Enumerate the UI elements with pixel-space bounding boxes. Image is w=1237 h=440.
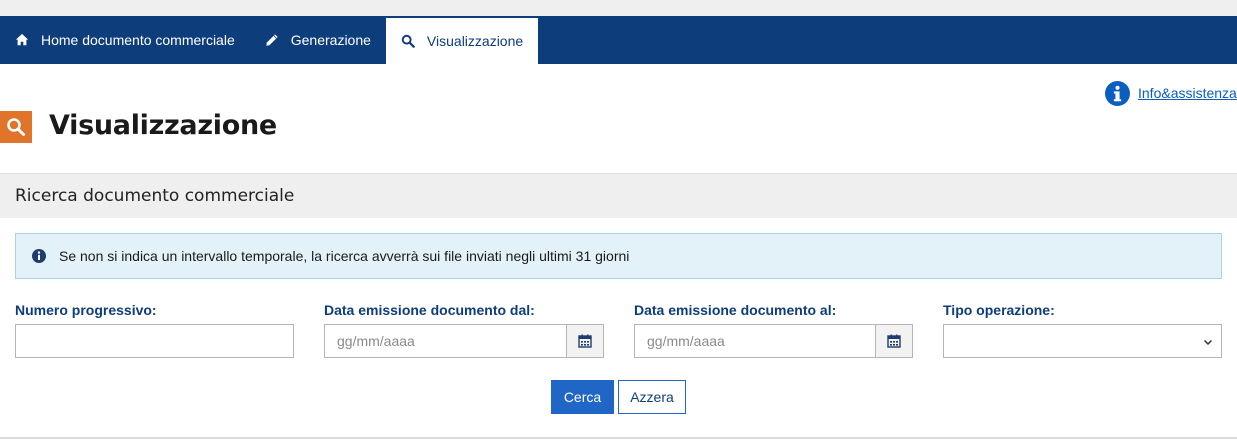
info-icon: [32, 249, 46, 263]
alert-text: Se non si indica un intervallo temporale…: [59, 248, 630, 264]
section-title: Ricerca documento commerciale: [15, 186, 295, 206]
data-dal-input[interactable]: [324, 324, 567, 358]
data-dal-label: Data emissione documento dal:: [324, 302, 535, 318]
nav-item-label: Visualizzazione: [426, 33, 524, 49]
pencil-icon: [266, 34, 278, 46]
azzera-button[interactable]: Azzera: [618, 380, 686, 414]
numero-progressivo-label: Numero progressivo:: [15, 302, 157, 318]
tipo-operazione-label: Tipo operazione:: [943, 302, 1055, 318]
info-assistenza-link[interactable]: Info&assistenza: [1105, 80, 1237, 106]
info-alert: Se non si indica un intervallo temporale…: [15, 233, 1222, 279]
divider: [0, 437, 1237, 439]
search-icon: [401, 34, 415, 48]
data-dal-calendar-button[interactable]: [566, 324, 604, 358]
numero-progressivo-input[interactable]: [15, 324, 294, 358]
home-icon: [15, 33, 29, 46]
nav-item-generazione[interactable]: Generazione: [250, 16, 386, 64]
nav-item-label: Home documento commerciale: [41, 32, 235, 48]
title-search-icon: [0, 111, 32, 143]
info-link-label: Info&assistenza: [1138, 85, 1237, 101]
nav-item-home[interactable]: Home documento commerciale: [0, 16, 250, 64]
section-header: Ricerca documento commerciale: [0, 173, 1237, 218]
calendar-icon: [887, 334, 901, 348]
data-al-calendar-button[interactable]: [875, 324, 913, 358]
cerca-button[interactable]: Cerca: [551, 380, 614, 414]
main-navbar: Home documento commerciale Generazione V…: [0, 16, 1237, 64]
page-title: Visualizzazione: [49, 110, 277, 141]
data-al-input[interactable]: [634, 324, 877, 358]
search-icon: [7, 118, 25, 136]
nav-item-visualizzazione[interactable]: Visualizzazione: [385, 18, 539, 64]
data-al-label: Data emissione documento al:: [634, 302, 837, 318]
top-strip: [0, 0, 1237, 16]
calendar-icon: [578, 334, 592, 348]
nav-item-label: Generazione: [290, 32, 371, 48]
tipo-operazione-select[interactable]: [943, 324, 1222, 358]
chevron-down-icon: [1203, 339, 1213, 346]
info-icon: [1105, 80, 1130, 106]
